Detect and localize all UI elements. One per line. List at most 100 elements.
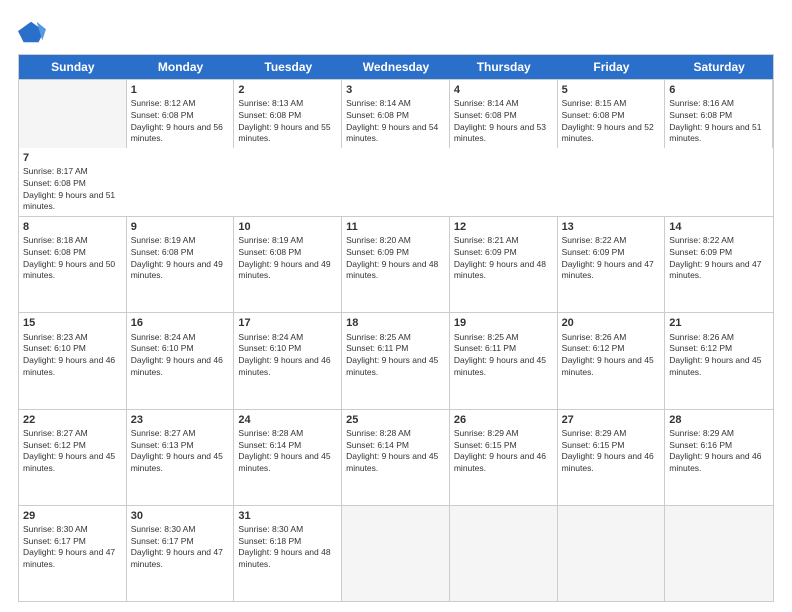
calendar-cell — [558, 506, 666, 601]
cell-content: Sunrise: 8:25 AMSunset: 6:11 PMDaylight:… — [346, 332, 438, 377]
day-number: 14 — [669, 220, 769, 234]
day-number: 26 — [454, 413, 553, 427]
day-number: 11 — [346, 220, 445, 234]
day-number: 18 — [346, 316, 445, 330]
calendar-row: 29Sunrise: 8:30 AMSunset: 6:17 PMDayligh… — [19, 505, 773, 601]
cell-content: Sunrise: 8:24 AMSunset: 6:10 PMDaylight:… — [131, 332, 223, 377]
calendar-cell: 11Sunrise: 8:20 AMSunset: 6:09 PMDayligh… — [342, 217, 450, 312]
calendar-cell: 30Sunrise: 8:30 AMSunset: 6:17 PMDayligh… — [127, 506, 235, 601]
calendar-row: 15 Sunrise: 8:23 AMSunset: 6:10 PMDayligh… — [19, 312, 773, 408]
calendar-header: SundayMondayTuesdayWednesdayThursdayFrid… — [19, 55, 773, 79]
calendar-cell: 19Sunrise: 8:25 AMSunset: 6:11 PMDayligh… — [450, 313, 558, 408]
day-number: 2 — [238, 83, 337, 97]
calendar-cell: 27Sunrise: 8:29 AMSunset: 6:15 PMDayligh… — [558, 410, 666, 505]
calendar-cell: 18 Sunrise: 8:25 AMSunset: 6:11 PMDayligh… — [342, 313, 450, 408]
cell-content: Sunrise: 8:14 AMSunset: 6:08 PMDaylight:… — [346, 98, 438, 143]
calendar-cell: 9Sunrise: 8:19 AMSunset: 6:08 PMDaylight… — [127, 217, 235, 312]
cell-content: Sunrise: 8:30 AMSunset: 6:17 PMDaylight:… — [23, 524, 115, 569]
header-day: Wednesday — [342, 55, 450, 79]
day-number: 5 — [562, 83, 661, 97]
logo — [18, 18, 50, 46]
calendar-cell: 8Sunrise: 8:18 AMSunset: 6:08 PMDaylight… — [19, 217, 127, 312]
header — [18, 18, 774, 46]
cell-content: Sunrise: 8:24 AMSunset: 6:10 PMDaylight:… — [238, 332, 330, 377]
calendar-cell: 31Sunrise: 8:30 AMSunset: 6:18 PMDayligh… — [234, 506, 342, 601]
cell-content: Sunrise: 8:17 AMSunset: 6:08 PMDaylight:… — [23, 166, 115, 211]
cell-content: Sunrise: 8:26 AMSunset: 6:12 PMDaylight:… — [669, 332, 761, 377]
day-number: 21 — [669, 316, 769, 330]
calendar-cell: 5Sunrise: 8:15 AMSunset: 6:08 PMDaylight… — [558, 80, 666, 148]
day-number: 1 — [131, 83, 230, 97]
day-number: 24 — [238, 413, 337, 427]
calendar-cell: 28Sunrise: 8:29 AMSunset: 6:16 PMDayligh… — [665, 410, 773, 505]
cell-content: Sunrise: 8:21 AMSunset: 6:09 PMDaylight:… — [454, 235, 546, 280]
calendar-cell: 17 Sunrise: 8:24 AMSunset: 6:10 PMDayligh… — [234, 313, 342, 408]
header-day: Saturday — [665, 55, 773, 79]
calendar-cell — [342, 506, 450, 601]
calendar-cell: 14Sunrise: 8:22 AMSunset: 6:09 PMDayligh… — [665, 217, 773, 312]
day-number: 4 — [454, 83, 553, 97]
cell-content: Sunrise: 8:27 AMSunset: 6:12 PMDaylight:… — [23, 428, 115, 473]
day-number: 6 — [669, 83, 768, 97]
day-number: 15 — [23, 316, 122, 330]
header-day: Monday — [127, 55, 235, 79]
calendar-cell: 21 Sunrise: 8:26 AMSunset: 6:12 PMDayligh… — [665, 313, 773, 408]
header-day: Sunday — [19, 55, 127, 79]
cell-content: Sunrise: 8:18 AMSunset: 6:08 PMDaylight:… — [23, 235, 115, 280]
calendar-cell: 20 Sunrise: 8:26 AMSunset: 6:12 PMDayligh… — [558, 313, 666, 408]
cell-content: Sunrise: 8:29 AMSunset: 6:15 PMDaylight:… — [454, 428, 546, 473]
calendar-cell: 25Sunrise: 8:28 AMSunset: 6:14 PMDayligh… — [342, 410, 450, 505]
calendar-cell — [665, 506, 773, 601]
header-day: Tuesday — [234, 55, 342, 79]
calendar-cell — [450, 506, 558, 601]
calendar-cell: 10Sunrise: 8:19 AMSunset: 6:08 PMDayligh… — [234, 217, 342, 312]
cell-content: Sunrise: 8:23 AMSunset: 6:10 PMDaylight:… — [23, 332, 115, 377]
cell-content: Sunrise: 8:28 AMSunset: 6:14 PMDaylight:… — [346, 428, 438, 473]
calendar-cell: 29Sunrise: 8:30 AMSunset: 6:17 PMDayligh… — [19, 506, 127, 601]
cell-content: Sunrise: 8:22 AMSunset: 6:09 PMDaylight:… — [669, 235, 761, 280]
cell-content: Sunrise: 8:26 AMSunset: 6:12 PMDaylight:… — [562, 332, 654, 377]
day-number: 16 — [131, 316, 230, 330]
calendar-cell: 13Sunrise: 8:22 AMSunset: 6:09 PMDayligh… — [558, 217, 666, 312]
day-number: 13 — [562, 220, 661, 234]
day-number: 30 — [131, 509, 230, 523]
calendar-cell: 2Sunrise: 8:13 AMSunset: 6:08 PMDaylight… — [234, 80, 342, 148]
day-number: 19 — [454, 316, 553, 330]
calendar-body: 1Sunrise: 8:12 AMSunset: 6:08 PMDaylight… — [19, 79, 773, 601]
day-number: 25 — [346, 413, 445, 427]
calendar-cell-empty — [19, 80, 127, 148]
calendar-cell: 7Sunrise: 8:17 AMSunset: 6:08 PMDaylight… — [19, 148, 127, 216]
calendar-cell: 4Sunrise: 8:14 AMSunset: 6:08 PMDaylight… — [450, 80, 558, 148]
calendar-row: 1Sunrise: 8:12 AMSunset: 6:08 PMDaylight… — [19, 79, 773, 216]
day-number: 28 — [669, 413, 769, 427]
calendar-cell: 22Sunrise: 8:27 AMSunset: 6:12 PMDayligh… — [19, 410, 127, 505]
day-number: 3 — [346, 83, 445, 97]
cell-content: Sunrise: 8:28 AMSunset: 6:14 PMDaylight:… — [238, 428, 330, 473]
cell-content: Sunrise: 8:19 AMSunset: 6:08 PMDaylight:… — [238, 235, 330, 280]
calendar-cell: 23Sunrise: 8:27 AMSunset: 6:13 PMDayligh… — [127, 410, 235, 505]
cell-content: Sunrise: 8:14 AMSunset: 6:08 PMDaylight:… — [454, 98, 546, 143]
calendar: SundayMondayTuesdayWednesdayThursdayFrid… — [18, 54, 774, 602]
cell-content: Sunrise: 8:30 AMSunset: 6:18 PMDaylight:… — [238, 524, 330, 569]
day-number: 20 — [562, 316, 661, 330]
calendar-cell: 12Sunrise: 8:21 AMSunset: 6:09 PMDayligh… — [450, 217, 558, 312]
day-number: 29 — [23, 509, 122, 523]
day-number: 12 — [454, 220, 553, 234]
cell-content: Sunrise: 8:13 AMSunset: 6:08 PMDaylight:… — [238, 98, 330, 143]
day-number: 7 — [23, 151, 123, 165]
cell-content: Sunrise: 8:30 AMSunset: 6:17 PMDaylight:… — [131, 524, 223, 569]
calendar-cell: 26Sunrise: 8:29 AMSunset: 6:15 PMDayligh… — [450, 410, 558, 505]
day-number: 27 — [562, 413, 661, 427]
calendar-cell: 24Sunrise: 8:28 AMSunset: 6:14 PMDayligh… — [234, 410, 342, 505]
day-number: 22 — [23, 413, 122, 427]
cell-content: Sunrise: 8:16 AMSunset: 6:08 PMDaylight:… — [669, 98, 761, 143]
cell-content: Sunrise: 8:15 AMSunset: 6:08 PMDaylight:… — [562, 98, 654, 143]
calendar-row: 8Sunrise: 8:18 AMSunset: 6:08 PMDaylight… — [19, 216, 773, 312]
cell-content: Sunrise: 8:19 AMSunset: 6:08 PMDaylight:… — [131, 235, 223, 280]
header-day: Friday — [558, 55, 666, 79]
calendar-row: 22Sunrise: 8:27 AMSunset: 6:12 PMDayligh… — [19, 409, 773, 505]
day-number: 9 — [131, 220, 230, 234]
calendar-cell: 16 Sunrise: 8:24 AMSunset: 6:10 PMDayligh… — [127, 313, 235, 408]
day-number: 17 — [238, 316, 337, 330]
cell-content: Sunrise: 8:22 AMSunset: 6:09 PMDaylight:… — [562, 235, 654, 280]
